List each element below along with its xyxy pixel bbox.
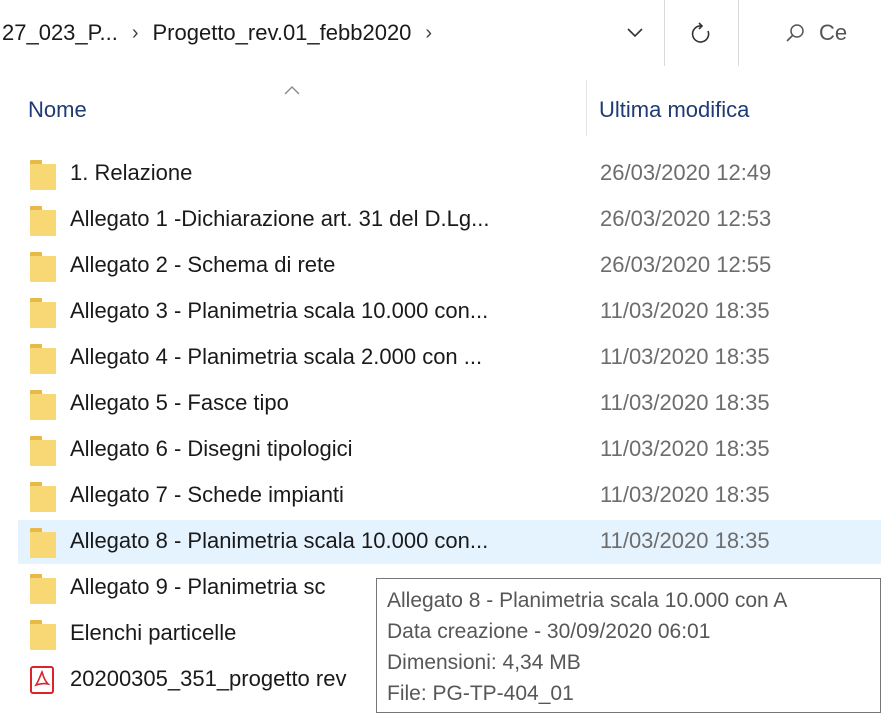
folder-icon (30, 252, 58, 282)
file-tooltip: Allegato 8 - Planimetria scala 10.000 co… (376, 578, 881, 713)
column-resize-handle[interactable] (586, 80, 587, 136)
file-name: Allegato 4 - Planimetria scala 2.000 con… (70, 344, 483, 369)
search-placeholder: Ce (819, 20, 848, 45)
folder-icon (30, 344, 58, 374)
file-row[interactable]: Allegato 5 - Fasce tipo 11/03/2020 18:35 (18, 382, 881, 426)
folder-icon (30, 390, 58, 420)
file-name: Allegato 8 - Planimetria scala 10.000 co… (70, 528, 489, 553)
file-row[interactable]: Allegato 1 -Dichiarazione art. 31 del D.… (18, 198, 881, 242)
file-row[interactable]: 1. Relazione 26/03/2020 12:49 (18, 152, 881, 196)
file-name: Allegato 7 - Schede impianti (70, 482, 344, 507)
file-modified-date: 11/03/2020 18:35 (600, 436, 770, 461)
file-name: Allegato 1 -Dichiarazione art. 31 del D.… (70, 206, 490, 231)
folder-icon (30, 436, 58, 466)
column-header-name[interactable]: Nome (28, 97, 87, 123)
chevron-right-icon[interactable]: › (417, 22, 440, 45)
folder-icon (30, 574, 58, 604)
file-modified-date: 11/03/2020 18:35 (600, 298, 770, 323)
toolbar-divider (738, 0, 739, 66)
column-header-modified[interactable]: Ultima modifica (599, 97, 749, 123)
file-name: 20200305_351_progetto rev (70, 666, 347, 691)
file-name: Allegato 9 - Planimetria sc (70, 574, 326, 599)
file-name: Elenchi particelle (70, 620, 237, 645)
folder-icon (30, 528, 58, 558)
pdf-icon (30, 666, 58, 696)
folder-icon (30, 206, 58, 236)
folder-icon (30, 482, 58, 512)
file-modified-date: 11/03/2020 18:35 (600, 344, 770, 369)
search-input[interactable]: Ce (755, 0, 881, 66)
file-row[interactable]: Allegato 7 - Schede impianti 11/03/2020 1… (18, 474, 881, 518)
file-name: Allegato 6 - Disegni tipologici (70, 436, 353, 461)
search-icon (785, 23, 805, 43)
file-row[interactable]: Allegato 4 - Planimetria scala 2.000 con… (18, 336, 881, 380)
tooltip-size: Dimensioni: 4,34 MB (387, 651, 581, 674)
file-row[interactable]: Allegato 3 - Planimetria scala 10.000 co… (18, 290, 881, 334)
folder-icon (30, 160, 58, 190)
folder-icon (30, 620, 58, 650)
file-row[interactable]: Allegato 6 - Disegni tipologici 11/03/202… (18, 428, 881, 472)
toolbar-divider (664, 0, 665, 66)
file-modified-date: 26/03/2020 12:53 (600, 206, 772, 231)
breadcrumb: 27_023_P... › Progetto_rev.01_febb2020 › (0, 0, 602, 66)
sort-ascending-icon (284, 82, 300, 100)
breadcrumb-item-parent[interactable]: 27_023_P... (0, 20, 124, 46)
tooltip-file: File: PG-TP-404_01 (387, 682, 574, 705)
tooltip-created: Data creazione - 30/09/2020 06:01 (387, 620, 711, 643)
chevron-down-icon (627, 28, 643, 38)
file-row[interactable]: Allegato 8 - Planimetria scala 10.000 co… (18, 520, 881, 564)
breadcrumb-item-current[interactable]: Progetto_rev.01_febb2020 (147, 20, 418, 46)
address-history-button[interactable] (608, 0, 662, 66)
file-name: Allegato 3 - Planimetria scala 10.000 co… (70, 298, 489, 323)
file-row[interactable]: Allegato 2 - Schema di rete 26/03/2020 12… (18, 244, 881, 288)
refresh-icon (691, 22, 710, 43)
folder-icon (30, 298, 58, 328)
file-name: Allegato 2 - Schema di rete (70, 252, 336, 277)
file-modified-date: 11/03/2020 18:35 (600, 390, 770, 415)
file-modified-date: 26/03/2020 12:55 (600, 252, 772, 277)
file-modified-date: 11/03/2020 18:35 (600, 482, 770, 507)
chevron-right-icon[interactable]: › (124, 22, 147, 45)
refresh-button[interactable] (667, 0, 735, 66)
file-name: Allegato 5 - Fasce tipo (70, 390, 289, 415)
address-bar: 27_023_P... › Progetto_rev.01_febb2020 ›… (0, 0, 881, 66)
tooltip-title: Allegato 8 - Planimetria scala 10.000 co… (387, 589, 788, 612)
file-name: 1. Relazione (70, 160, 193, 185)
file-modified-date: 26/03/2020 12:49 (600, 160, 772, 185)
file-modified-date: 11/03/2020 18:35 (600, 528, 770, 553)
